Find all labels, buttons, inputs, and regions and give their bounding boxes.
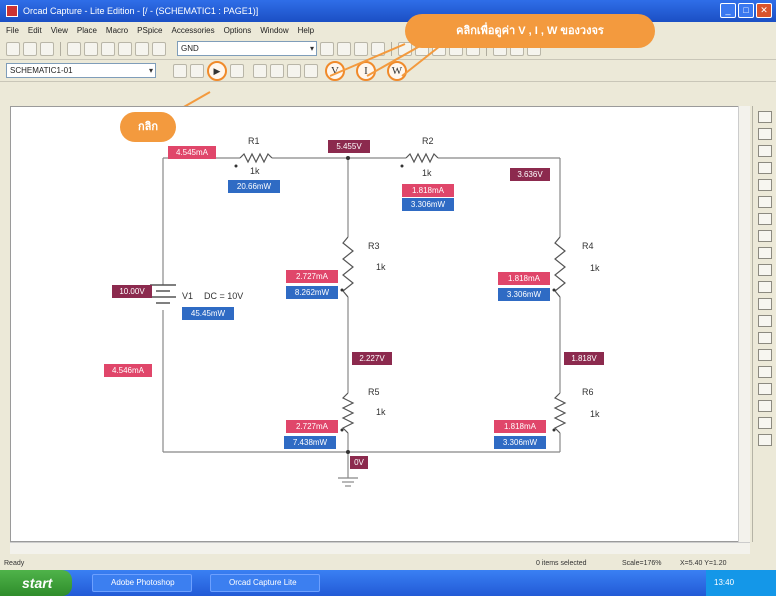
voltage-node-top-mid[interactable]: 5.455V	[328, 140, 370, 153]
place-junction-icon[interactable]	[757, 196, 772, 208]
junction-dot	[346, 156, 350, 160]
voltage-node-mid[interactable]: 2.227V	[352, 352, 392, 365]
r3-name: R3	[368, 241, 380, 251]
voltage-source[interactable]: 10.00V	[112, 285, 152, 298]
place-ground-icon[interactable]	[757, 247, 772, 259]
pin-dot	[340, 288, 344, 292]
r3-value: 1k	[376, 262, 386, 272]
place-port-icon[interactable]	[757, 281, 772, 293]
power-r3[interactable]: 8.262mW	[286, 286, 338, 299]
start-button[interactable]: start	[0, 570, 72, 596]
place-ellipse-icon[interactable]	[757, 400, 772, 412]
r6-value: 1k	[590, 409, 600, 419]
place-polyline-icon[interactable]	[757, 366, 772, 378]
power-r2[interactable]: 3.306mW	[402, 198, 454, 211]
click-callout: กลิก	[120, 112, 176, 142]
current-source[interactable]: 4.546mA	[104, 364, 152, 377]
place-no-connect-icon[interactable]	[757, 332, 772, 344]
status-ready: Ready	[4, 559, 25, 567]
current-r1[interactable]: 4.545mA	[168, 146, 216, 159]
pin-dot	[552, 428, 556, 432]
task-photoshop[interactable]: Adobe Photoshop	[92, 574, 192, 592]
r5-zigzag	[341, 392, 355, 434]
current-r4[interactable]: 1.818mA	[498, 272, 550, 285]
v1-name: V1	[182, 291, 194, 301]
vertical-scrollbar[interactable]	[738, 106, 750, 542]
r4-value: 1k	[590, 263, 600, 273]
place-hierarchical-block-icon[interactable]	[757, 264, 772, 276]
status-bar: Ready 0 items selected Scale=176% X=5.40…	[0, 556, 776, 570]
current-r2[interactable]: 1.818mA	[402, 184, 454, 197]
task-orcad[interactable]: Orcad Capture Lite	[210, 574, 320, 592]
draw-toolbar	[752, 106, 776, 542]
pin-dot	[340, 428, 344, 432]
select-icon[interactable]	[757, 111, 772, 123]
place-part-icon[interactable]	[757, 128, 772, 140]
voltage-ground[interactable]: 0V	[350, 456, 368, 469]
place-text-icon[interactable]	[757, 434, 772, 446]
power-r6[interactable]: 3.306mW	[494, 436, 546, 449]
place-rectangle-icon[interactable]	[757, 383, 772, 395]
place-net-alias-icon[interactable]	[757, 162, 772, 174]
power-r4[interactable]: 3.306mW	[498, 288, 550, 301]
r5-name: R5	[368, 387, 380, 397]
r6-zigzag	[553, 392, 567, 434]
power-r1[interactable]: 20.66mW	[228, 180, 280, 193]
power-source[interactable]: 45.45mW	[182, 307, 234, 320]
voltage-node-top-right[interactable]: 3.636V	[510, 168, 550, 181]
circuit-diagram	[150, 152, 567, 487]
windows-taskbar: start Adobe Photoshop Orcad Capture Lite…	[0, 570, 776, 596]
r4-zigzag	[554, 236, 566, 298]
v1-battery-symbol	[150, 284, 176, 304]
r1-value: 1k	[250, 166, 260, 176]
v1-value: DC = 10V	[204, 291, 244, 301]
place-wire-icon[interactable]	[757, 145, 772, 157]
clock: 13:40	[714, 578, 735, 587]
status-scale: Scale=176%	[622, 559, 662, 567]
pin-dot	[552, 288, 556, 292]
r6-name: R6	[582, 387, 594, 397]
horizontal-scrollbar[interactable]	[10, 542, 750, 554]
power-r5[interactable]: 7.438mW	[284, 436, 336, 449]
current-r6[interactable]: 1.818mA	[494, 420, 546, 433]
r2-zigzag	[405, 152, 439, 164]
place-line-icon[interactable]	[757, 349, 772, 361]
r5-value: 1k	[376, 407, 386, 417]
pin-dot	[234, 164, 238, 168]
current-r3[interactable]: 2.727mA	[286, 270, 338, 283]
pin-dot	[400, 164, 404, 168]
r4-name: R4	[582, 241, 594, 251]
r3-zigzag	[342, 236, 354, 298]
r2-value: 1k	[422, 168, 432, 178]
r2-name: R2	[422, 136, 434, 146]
place-power-icon[interactable]	[757, 230, 772, 242]
place-pin-icon[interactable]	[757, 298, 772, 310]
system-tray: 13:40	[706, 570, 776, 596]
status-selected: 0 items selected	[536, 559, 587, 567]
status-coords: X=5.40 Y=1.20	[680, 559, 727, 567]
place-arc-icon[interactable]	[757, 417, 772, 429]
voltage-node-right-mid[interactable]: 1.818V	[564, 352, 604, 365]
r1-zigzag	[239, 152, 273, 164]
current-r5[interactable]: 2.727mA	[286, 420, 338, 433]
junction-dot	[346, 450, 350, 454]
r1-name: R1	[248, 136, 260, 146]
orcad-window: Orcad Capture - Lite Edition - [/ - (SCH…	[0, 0, 776, 570]
place-bus-icon[interactable]	[757, 179, 772, 191]
place-bus-entry-icon[interactable]	[757, 213, 772, 225]
place-off-page-connector-icon[interactable]	[757, 315, 772, 327]
